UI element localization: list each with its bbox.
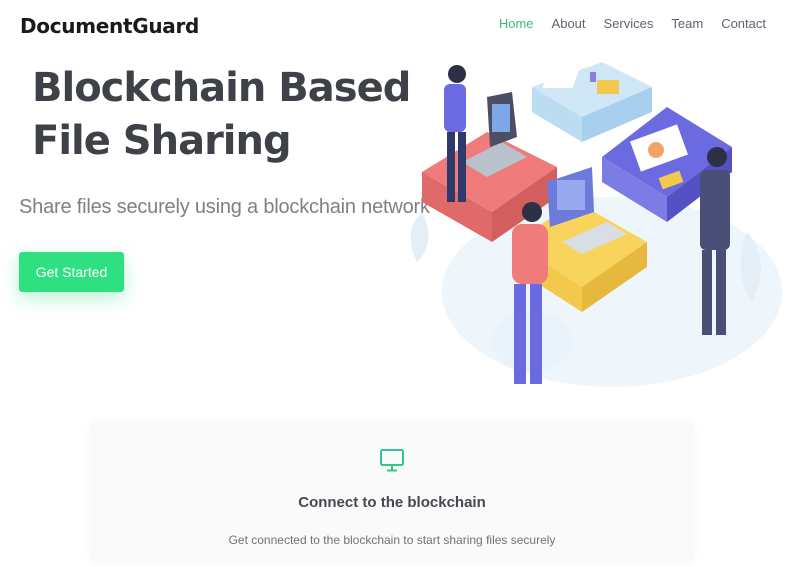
nav-contact[interactable]: Contact: [721, 16, 766, 31]
hero-title-line-1: Blockchain Based: [32, 65, 411, 111]
nav-services[interactable]: Services: [604, 16, 654, 31]
nav-about[interactable]: About: [552, 16, 586, 31]
feature-title: Connect to the blockchain: [298, 494, 486, 511]
monitor-icon: [380, 449, 404, 472]
nav-home[interactable]: Home: [499, 16, 534, 31]
hero-title: Blockchain Based File Sharing: [32, 62, 411, 168]
brand-logo[interactable]: DocumentGuard: [20, 14, 199, 38]
hero-title-line-2: File Sharing: [32, 118, 292, 164]
get-started-button[interactable]: Get Started: [19, 252, 124, 292]
feature-card: Connect to the blockchain Get connected …: [90, 420, 694, 562]
landing-page: DocumentGuard Home About Services Team C…: [0, 0, 808, 567]
main-nav: Home About Services Team Contact: [499, 16, 766, 31]
nav-team[interactable]: Team: [671, 16, 703, 31]
hero-subtitle: Share files securely using a blockchain …: [19, 196, 430, 218]
blockchain-teamwork-illustration: [410, 62, 782, 387]
feature-description: Get connected to the blockchain to start…: [228, 533, 556, 547]
